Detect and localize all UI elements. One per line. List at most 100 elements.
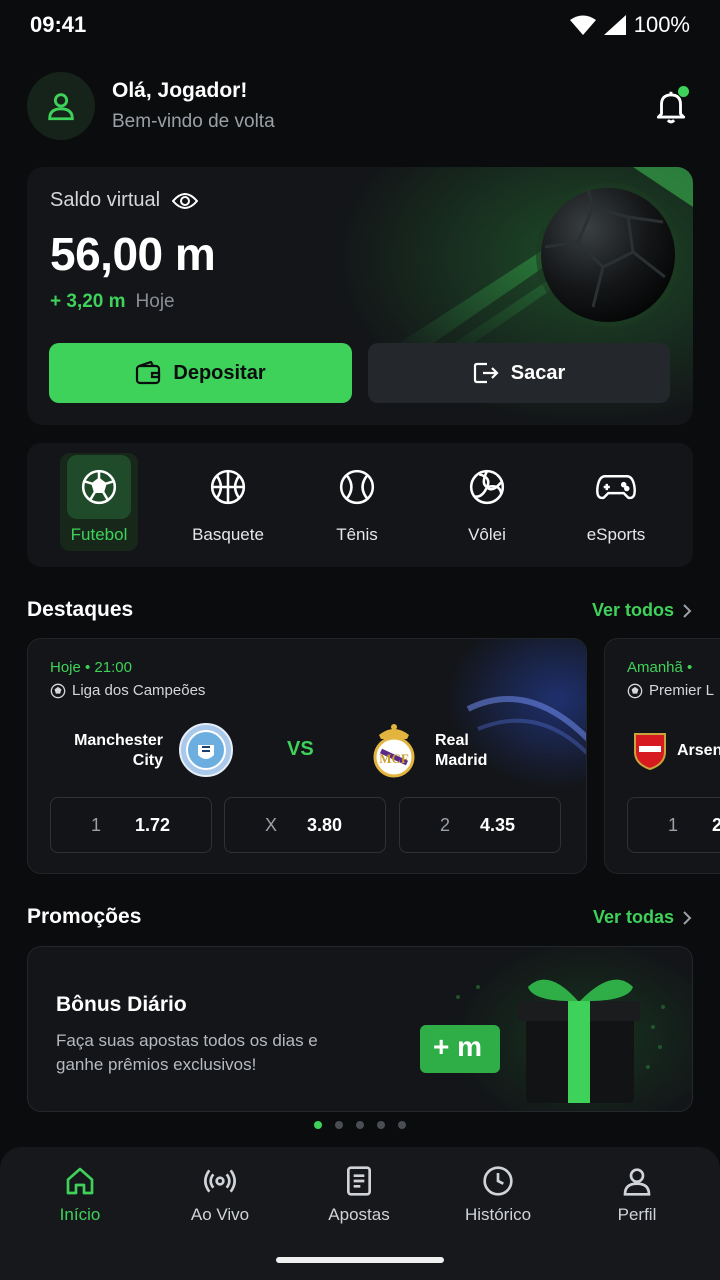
odd-button-home[interactable]: 1 2 <box>627 797 720 853</box>
odd-button-away[interactable]: 2 4.35 <box>399 797 561 853</box>
odd-key: 2 <box>440 814 451 835</box>
notification-dot <box>678 86 689 97</box>
promotions-see-all[interactable]: Ver todas <box>593 907 692 928</box>
nav-inicio[interactable]: Início <box>10 1165 150 1225</box>
sport-tab-basquete[interactable]: Basquete <box>163 455 293 555</box>
odd-value: 4.35 <box>480 814 516 835</box>
carousel-dot-active[interactable] <box>314 1121 322 1129</box>
nav-perfil[interactable]: Perfil <box>567 1165 707 1225</box>
basketball-icon <box>196 455 260 519</box>
nav-historico[interactable]: Histórico <box>428 1165 568 1225</box>
deposit-button[interactable]: Depositar <box>49 343 352 403</box>
odd-button-draw[interactable]: X 3.80 <box>224 797 386 853</box>
home-team-line2: City <box>132 752 163 769</box>
balance-label: Saldo virtual <box>50 189 199 212</box>
odd-button-home[interactable]: 1 1.72 <box>50 797 212 853</box>
arsenal-crest-icon <box>634 733 666 770</box>
see-all-label: Ver todos <box>591 600 674 620</box>
match-card[interactable]: Hoje • 21:00 Liga dos Campeões Mancheste… <box>27 638 587 874</box>
balance-delta: + 3,20 m <box>50 291 126 312</box>
odd-value: 3.80 <box>307 814 343 835</box>
match-time: Amanhã • <box>627 659 693 676</box>
odd-value: 2 <box>712 815 720 836</box>
user-icon <box>623 1168 651 1196</box>
balance-label-text: Saldo virtual <box>50 189 161 211</box>
clock-icon <box>483 1166 513 1196</box>
carousel-dot[interactable] <box>356 1121 364 1129</box>
soccer-ball-icon <box>50 683 66 698</box>
battery-level: 100% <box>633 12 690 37</box>
nav-label: Início <box>59 1205 101 1224</box>
svg-text:MCF: MCF <box>379 751 409 766</box>
balance-card: Saldo virtual 56,00 m + 3,20 m Hoje Depo… <box>27 167 693 425</box>
balance-value: 56,00 m <box>50 228 216 280</box>
withdraw-label: Sacar <box>510 361 566 384</box>
sport-tab-volei[interactable]: Vôlei <box>422 455 552 555</box>
highlights-title: Destaques <box>27 598 134 621</box>
deposit-label: Depositar <box>173 361 266 384</box>
carousel-dot[interactable] <box>398 1121 406 1129</box>
volleyball-icon <box>455 455 519 519</box>
home-indicator <box>276 1257 444 1263</box>
chevron-right-icon <box>683 910 692 925</box>
soccer-ball-icon <box>67 455 131 519</box>
league-name: Liga dos Campeões <box>72 682 206 699</box>
withdraw-button[interactable]: Sacar <box>368 343 670 403</box>
manchester-city-crest-icon <box>179 723 233 777</box>
odd-key: X <box>265 814 278 835</box>
sport-label: Futebol <box>70 525 128 544</box>
promo-badge: + m <box>433 1031 483 1062</box>
welcome-text: Bem-vindo de volta <box>112 111 275 132</box>
soccer-ball-art <box>393 167 693 357</box>
nav-apostas[interactable]: Apostas <box>289 1165 429 1225</box>
wifi-icon <box>569 15 596 35</box>
sport-tab-tenis[interactable]: Tênis <box>292 455 422 555</box>
sport-label: eSports <box>586 525 646 544</box>
nav-label: Perfil <box>617 1205 657 1224</box>
away-team-line1: Real <box>435 732 469 749</box>
nav-label: Ao Vivo <box>190 1205 250 1224</box>
home-icon <box>66 1167 94 1195</box>
balance-change: + 3,20 m Hoje <box>50 291 175 313</box>
chevron-right-icon <box>683 603 692 618</box>
match-time: Hoje • 21:00 <box>50 659 132 676</box>
carousel-dot[interactable] <box>377 1121 385 1129</box>
sport-label: Tênis <box>336 525 378 544</box>
match-league: Liga dos Campeões <box>50 682 205 699</box>
promotions-title: Promoções <box>27 905 142 928</box>
soccer-ball-icon <box>627 683 643 698</box>
match-league: Premier L <box>627 682 714 699</box>
balance-delta-period: Hoje <box>135 291 175 312</box>
see-all-label: Ver todas <box>592 907 674 927</box>
nav-label: Histórico <box>464 1205 532 1224</box>
eye-icon[interactable] <box>172 192 199 210</box>
home-team-name: Arsena <box>677 742 720 759</box>
carousel-dots <box>314 1121 406 1129</box>
home-team-name: Manchester City <box>68 731 163 771</box>
promo-description: Faça suas apostas todos os dias e ganhe … <box>56 1031 318 1074</box>
away-team-name: Real Madrid <box>435 731 515 771</box>
greeting: Olá, Jogador! <box>112 79 248 102</box>
signal-icon <box>603 15 626 35</box>
live-broadcast-icon <box>204 1169 236 1193</box>
avatar[interactable] <box>27 72 95 140</box>
wallet-icon <box>136 361 161 385</box>
away-team-line2: Madrid <box>435 752 488 769</box>
nav-ao-vivo[interactable]: Ao Vivo <box>150 1165 290 1225</box>
sport-label: Basquete <box>192 525 264 544</box>
match-card[interactable]: Amanhã • Premier L Arsena 1 2 <box>604 638 720 874</box>
sport-label: Vôlei <box>468 525 506 544</box>
promo-title: Bônus Diário <box>56 993 187 1016</box>
promo-card[interactable]: Bônus Diário Faça suas apostas todos os … <box>27 946 693 1112</box>
league-name: Premier L <box>649 682 715 699</box>
home-team-line1: Manchester <box>74 732 163 749</box>
highlights-see-all[interactable]: Ver todos <box>592 600 692 621</box>
status-indicators: 100% <box>569 12 690 38</box>
tennis-ball-icon <box>325 455 389 519</box>
odd-key: 1 <box>668 814 679 835</box>
carousel-dot[interactable] <box>335 1121 343 1129</box>
sports-selector: Futebol Basquete Tênis Vôlei eSports <box>27 443 693 567</box>
sport-tab-futebol[interactable]: Futebol <box>34 455 164 555</box>
status-time: 09:41 <box>30 12 87 37</box>
sport-tab-esports[interactable]: eSports <box>551 455 681 555</box>
